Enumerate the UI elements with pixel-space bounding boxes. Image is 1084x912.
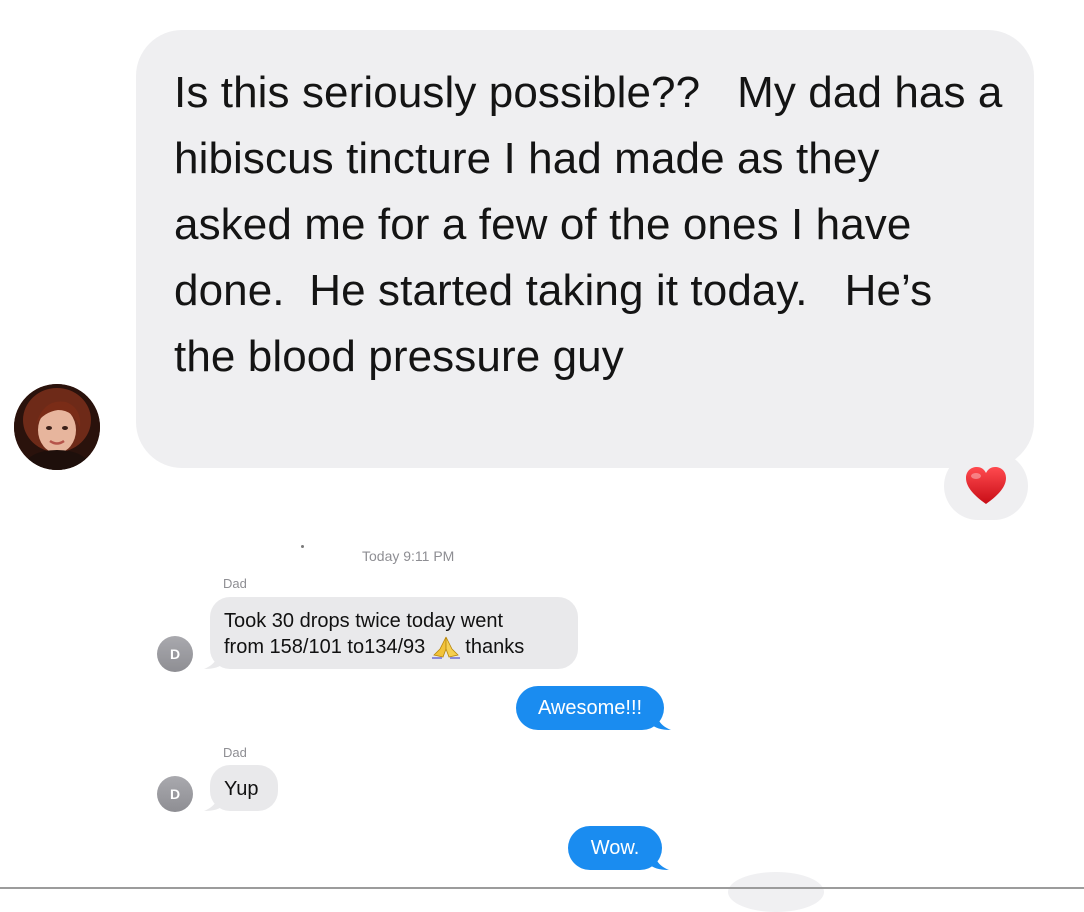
message-text: Wow. bbox=[590, 837, 640, 859]
message-line: from 158/101 to134/93 thanks bbox=[224, 634, 564, 660]
partial-bubble bbox=[728, 872, 824, 912]
divider bbox=[0, 887, 1084, 889]
folded-hands-icon bbox=[431, 635, 463, 659]
incoming-message-bubble[interactable]: Took 30 drops twice today went from 158/… bbox=[204, 597, 578, 669]
contact-avatar[interactable]: D bbox=[157, 636, 193, 672]
sender-name: Dad bbox=[223, 576, 247, 591]
message-text: Awesome!!! bbox=[537, 697, 643, 719]
speck bbox=[301, 545, 304, 548]
thread-timestamp: Today 9:11 PM bbox=[362, 548, 455, 564]
avatar-initial: D bbox=[169, 786, 181, 802]
profile-photo bbox=[14, 384, 100, 470]
incoming-message-bubble[interactable]: Yup bbox=[204, 765, 278, 811]
bubble-tail bbox=[204, 793, 224, 811]
sender-name: Dad bbox=[223, 745, 247, 760]
post-message-bubble[interactable]: Is this seriously possible?? My dad has … bbox=[136, 30, 1034, 468]
heart-icon bbox=[966, 467, 1006, 504]
contact-avatar[interactable]: D bbox=[157, 776, 193, 812]
profile-avatar[interactable] bbox=[14, 384, 100, 470]
outgoing-message-bubble[interactable]: Wow. bbox=[568, 826, 669, 870]
bubble-tail bbox=[204, 651, 224, 669]
message-text: thanks bbox=[465, 636, 525, 658]
avatar-initial: D bbox=[169, 646, 181, 662]
bubble-tail bbox=[651, 712, 671, 730]
heart-reaction[interactable] bbox=[944, 452, 1028, 520]
message-text: from 158/101 to134/93 bbox=[224, 636, 426, 658]
outgoing-message-bubble[interactable]: Awesome!!! bbox=[516, 686, 671, 730]
message-line: Took 30 drops twice today went bbox=[224, 610, 504, 632]
post-message-text: Is this seriously possible?? My dad has … bbox=[174, 68, 1015, 381]
bubble-tail bbox=[649, 852, 669, 870]
message-text: Yup bbox=[224, 778, 259, 800]
